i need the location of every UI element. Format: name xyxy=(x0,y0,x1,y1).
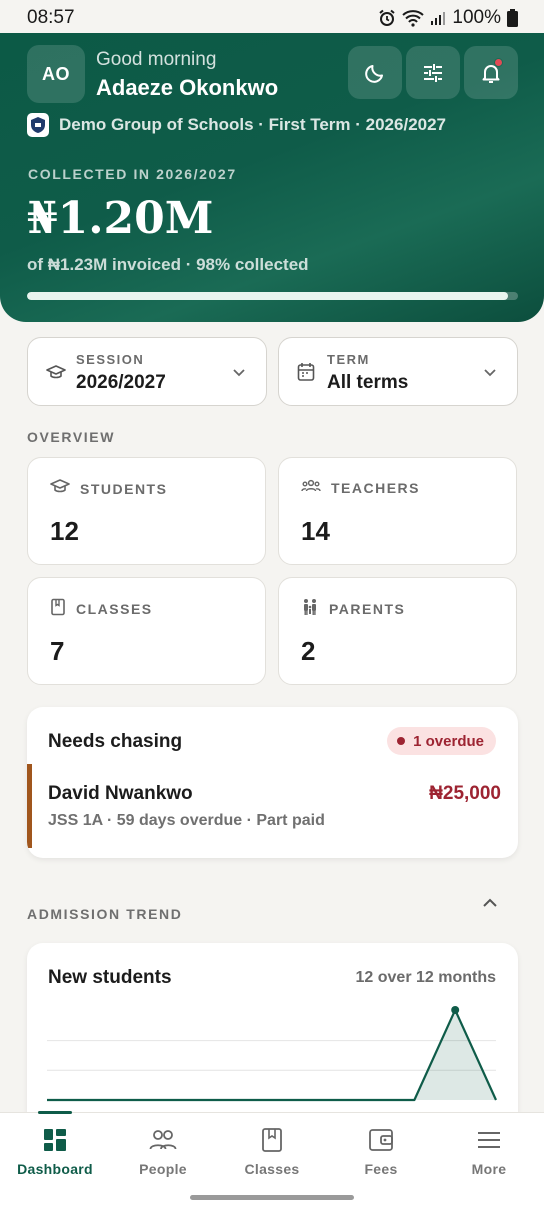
student-name: David Nwankwo xyxy=(48,783,193,804)
admission-chart xyxy=(47,1006,498,1102)
term-selector[interactable]: TERM All terms xyxy=(278,337,518,406)
bottom-nav: Dashboard People Classes Fees More xyxy=(0,1111,544,1208)
group-icon xyxy=(301,478,321,497)
stat-header: CLASSES xyxy=(50,598,153,619)
nav-label: More xyxy=(471,1161,507,1177)
stat-card-students[interactable]: STUDENTS 12 xyxy=(27,457,266,565)
graduation-cap-icon xyxy=(50,478,70,499)
org-text: Demo Group of Schools · First Term · 202… xyxy=(59,115,447,134)
needs-chasing-title: Needs chasing xyxy=(48,731,183,752)
chevron-down-icon xyxy=(483,365,497,383)
needs-chasing-card: Needs chasing 1 overdue David Nwankwo ₦2… xyxy=(27,707,518,858)
status-time: 08:57 xyxy=(27,7,75,28)
gesture-bar xyxy=(190,1195,354,1200)
stat-card-parents[interactable]: PARENTS 2 xyxy=(278,577,517,685)
battery-icon xyxy=(507,9,518,27)
stat-label: STUDENTS xyxy=(80,480,168,497)
nav-people[interactable]: People xyxy=(109,1113,217,1183)
nav-dashboard[interactable]: Dashboard xyxy=(1,1113,109,1183)
moon-icon xyxy=(363,61,387,85)
notification-dot xyxy=(494,58,503,67)
book-icon xyxy=(261,1127,283,1153)
overdue-meta: JSS 1A · 59 days overdue · Part paid xyxy=(48,812,325,829)
nav-classes[interactable]: Classes xyxy=(218,1113,326,1183)
stat-value: 12 xyxy=(50,516,79,546)
stat-label: PARENTS xyxy=(329,600,406,617)
nav-label: People xyxy=(139,1161,187,1177)
sliders-icon xyxy=(421,61,445,85)
overdue-dot xyxy=(397,737,406,745)
notifications-button[interactable] xyxy=(464,46,518,99)
wifi-icon xyxy=(402,9,425,27)
nav-fees[interactable]: Fees xyxy=(327,1113,435,1183)
overview-label: OVERVIEW xyxy=(27,429,116,445)
nav-label: Dashboard xyxy=(17,1161,93,1177)
term-value: All terms xyxy=(327,372,409,393)
nav-label: Classes xyxy=(244,1161,300,1177)
series-area xyxy=(47,1010,496,1100)
book-icon xyxy=(50,598,66,619)
alarm-icon xyxy=(378,9,396,27)
session-label: SESSION xyxy=(76,352,145,367)
stat-value: 7 xyxy=(50,636,65,666)
filters-button[interactable] xyxy=(406,46,460,99)
signal-icon xyxy=(430,10,446,26)
stat-label: CLASSES xyxy=(76,600,153,617)
overdue-badge: 1 overdue xyxy=(387,727,496,755)
overdue-accent-bar xyxy=(27,764,32,848)
stat-value: 14 xyxy=(301,516,330,546)
collection-progress-fill xyxy=(27,292,509,300)
school-logo xyxy=(27,113,49,137)
invoiced-summary: of ₦1.23M invoiced · 98% collected xyxy=(27,255,309,274)
greeting: Good morning xyxy=(96,49,217,70)
stat-card-teachers[interactable]: TEACHERS 14 xyxy=(278,457,517,565)
org-line: Demo Group of Schools · First Term · 202… xyxy=(27,113,446,137)
term-label: TERM xyxy=(327,352,370,367)
menu-icon xyxy=(476,1127,502,1153)
collection-progress xyxy=(27,292,518,300)
collected-label: COLLECTED IN 2026/2027 xyxy=(28,166,237,182)
stat-label: TEACHERS xyxy=(331,479,421,496)
collections-hero: AO Good morning Adaeze Okonkwo Demo Grou… xyxy=(0,33,544,322)
session-value: 2026/2027 xyxy=(76,372,166,393)
chevron-down-icon xyxy=(232,365,246,383)
theme-toggle-button[interactable] xyxy=(348,46,402,99)
status-icons: 100% xyxy=(378,7,518,29)
family-icon xyxy=(301,598,319,619)
stat-header: TEACHERS xyxy=(301,478,420,497)
stat-header: PARENTS xyxy=(301,598,405,619)
dashboard-icon xyxy=(43,1127,67,1153)
overdue-count: 1 overdue xyxy=(413,732,484,750)
calendar-icon xyxy=(297,362,315,387)
avatar[interactable]: AO xyxy=(27,45,85,103)
admission-trend-label: ADMISSION TREND xyxy=(27,906,183,922)
battery-percent: 100% xyxy=(452,7,501,28)
session-selector[interactable]: SESSION 2026/2027 xyxy=(27,337,267,406)
nav-label: Fees xyxy=(364,1161,398,1177)
overdue-amount: ₦25,000 xyxy=(429,783,501,804)
nav-more[interactable]: More xyxy=(435,1113,543,1183)
user-name: Adaeze Okonkwo xyxy=(96,75,279,100)
data-point-peak xyxy=(451,1006,460,1014)
collected-amount: ₦1.20M xyxy=(27,193,214,244)
collapse-button[interactable] xyxy=(480,896,500,915)
status-bar: 08:57 100% xyxy=(0,0,544,36)
graduation-cap-icon xyxy=(46,364,66,387)
stat-value: 2 xyxy=(301,636,316,666)
wallet-icon xyxy=(368,1127,394,1153)
stat-card-classes[interactable]: CLASSES 7 xyxy=(27,577,266,685)
chevron-up-icon xyxy=(480,897,500,914)
people-icon xyxy=(149,1127,177,1153)
stat-header: STUDENTS xyxy=(50,478,167,499)
